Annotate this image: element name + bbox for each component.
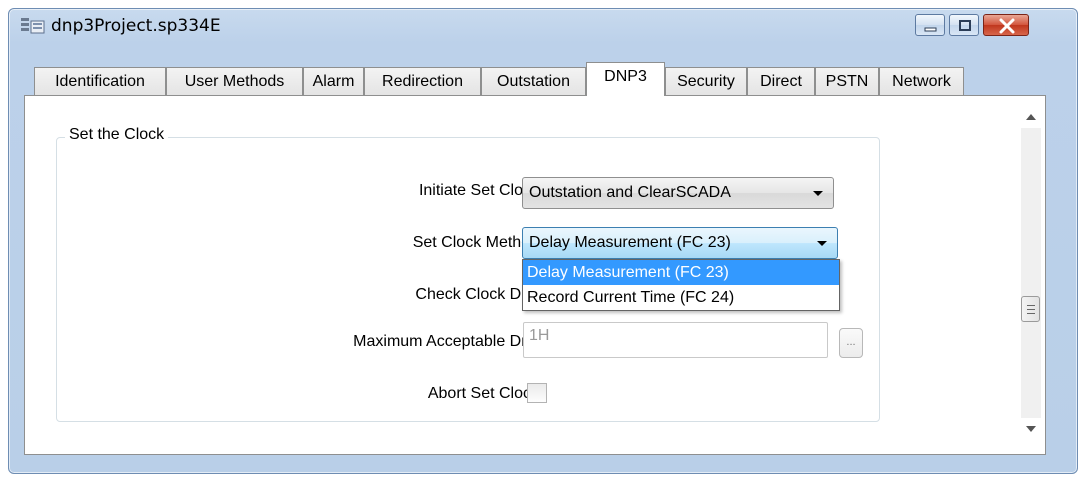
option-record-current-time[interactable]: Record Current Time (FC 24)	[523, 285, 839, 310]
chevron-down-icon	[817, 241, 827, 246]
scroll-track[interactable]	[1021, 128, 1041, 418]
initiate-set-clock-label: Initiate Set Clock	[418, 182, 539, 199]
dnp3-panel: Set the Clock Initiate Set Clock Outstat…	[24, 95, 1046, 455]
scroll-thumb[interactable]	[1021, 296, 1040, 322]
check-clock-drift-label: Check Clock Drift	[415, 286, 539, 303]
vertical-scrollbar[interactable]	[1017, 96, 1045, 454]
initiate-set-clock-value: Outstation and ClearSCADA	[529, 184, 731, 201]
group-title: Set the Clock	[65, 126, 169, 144]
maximize-button[interactable]	[949, 14, 979, 36]
abort-set-clock-checkbox[interactable]	[527, 383, 547, 403]
max-drift-label: Maximum Acceptable Drift	[353, 333, 539, 350]
grip-line	[1027, 309, 1035, 310]
minimize-icon	[924, 27, 937, 32]
scroll-down-icon[interactable]	[1026, 426, 1036, 432]
title-bar[interactable]: dnp3Project.sp334E	[9, 9, 1077, 43]
tab-security[interactable]: Security	[665, 67, 747, 95]
set-clock-method-select[interactable]: Delay Measurement (FC 23)	[522, 227, 838, 259]
window-title: dnp3Project.sp334E	[51, 16, 221, 36]
set-clock-method-value: Delay Measurement (FC 23)	[529, 234, 731, 251]
minimize-button[interactable]	[915, 14, 945, 36]
tab-network[interactable]: Network	[879, 67, 964, 95]
tab-dnp3[interactable]: DNP3	[586, 62, 665, 96]
set-clock-method-dropdown: Delay Measurement (FC 23) Record Current…	[522, 259, 840, 311]
app-icon	[21, 17, 45, 35]
tab-alarm[interactable]: Alarm	[303, 67, 364, 95]
tab-outstation[interactable]: Outstation	[481, 67, 586, 95]
option-delay-measurement[interactable]: Delay Measurement (FC 23)	[523, 260, 839, 285]
abort-set-clock-label: Abort Set Clock	[427, 385, 539, 402]
close-button[interactable]	[983, 14, 1029, 36]
max-drift-browse-button[interactable]: ...	[839, 328, 863, 358]
max-drift-input[interactable]: 1H	[523, 322, 828, 358]
set-clock-method-label: Set Clock Method	[412, 234, 539, 251]
grip-line	[1027, 313, 1035, 314]
tab-direct[interactable]: Direct	[747, 67, 815, 95]
tab-user-methods[interactable]: User Methods	[166, 67, 303, 95]
scroll-up-icon[interactable]	[1026, 114, 1036, 120]
tab-pstn[interactable]: PSTN	[815, 67, 879, 95]
grip-line	[1027, 305, 1035, 306]
close-icon	[999, 18, 1015, 34]
tab-redirection[interactable]: Redirection	[364, 67, 481, 95]
initiate-set-clock-select[interactable]: Outstation and ClearSCADA	[522, 177, 834, 209]
tab-identification[interactable]: Identification	[34, 67, 166, 95]
chevron-down-icon	[813, 191, 823, 196]
maximize-icon	[959, 20, 971, 31]
